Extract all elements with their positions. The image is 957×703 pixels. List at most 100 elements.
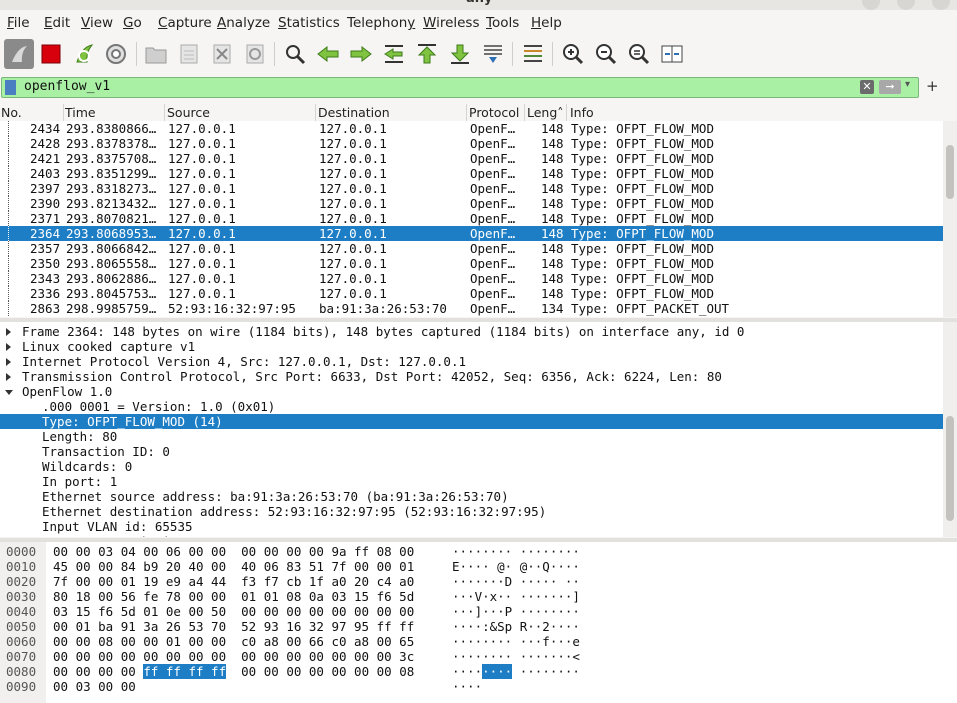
tree-item[interactable]: Internet Protocol Version 4, Src: 127.0.… xyxy=(0,354,943,369)
table-row[interactable]: 2343 293.8062886… 127.0.0.1 127.0.0.1 OpenF…… xyxy=(0,271,943,286)
tree-item[interactable]: Input VLAN priority: 0 xyxy=(0,534,943,537)
table-row[interactable]: 2434 293.8380866… 127.0.0.1 127.0.0.1 OpenF…… xyxy=(0,121,943,136)
hex-bytes[interactable]: 03 15 f6 5d 01 0e 00 50 00 00 00 00 00 0… xyxy=(53,604,414,619)
find-packet-icon[interactable] xyxy=(280,39,310,69)
tree-item[interactable]: Frame 2364: 148 bytes on wire (1184 bits… xyxy=(0,324,943,339)
tree-item[interactable]: .000 0001 = Version: 1.0 (0x01) xyxy=(0,399,943,414)
tree-item[interactable]: Length: 80 xyxy=(0,429,943,444)
collapsed-arrow-icon[interactable] xyxy=(6,358,11,366)
tree-item[interactable]: Linux cooked capture v1 xyxy=(0,339,943,354)
column-header[interactable]: Info xyxy=(570,105,594,120)
details-scrollbar[interactable] xyxy=(943,322,957,537)
table-row[interactable]: 2336 293.8045753… 127.0.0.1 127.0.0.1 OpenF…… xyxy=(0,286,943,301)
tree-item[interactable]: Transmission Control Protocol, Src Port:… xyxy=(0,369,943,384)
table-row[interactable]: 2390 293.8213432… 127.0.0.1 127.0.0.1 OpenF…… xyxy=(0,196,943,211)
menu-telephony[interactable]: Telephony xyxy=(347,15,415,31)
table-row[interactable]: 2364 293.8068953… 127.0.0.1 127.0.0.1 OpenF…… xyxy=(0,226,943,241)
hex-ascii[interactable]: ···V·x·· ·······] xyxy=(452,589,580,604)
collapsed-arrow-icon[interactable] xyxy=(6,373,11,381)
close-file-icon[interactable] xyxy=(207,39,237,69)
hex-bytes[interactable]: 7f 00 00 01 19 e9 a4 44 f3 f7 cb 1f a0 2… xyxy=(53,574,414,589)
column-header[interactable]: Protocol xyxy=(469,105,519,120)
close-window-button[interactable] xyxy=(932,0,950,10)
column-header[interactable]: Leng˄ xyxy=(527,105,564,120)
go-back-icon[interactable] xyxy=(313,39,343,69)
display-filter-input[interactable]: openflow_v1 ✕ ➞ ▾ xyxy=(1,77,919,98)
filter-text[interactable]: openflow_v1 xyxy=(24,79,110,94)
menu-edit[interactable]: Edit xyxy=(44,15,70,31)
zoom-out-icon[interactable] xyxy=(591,39,621,69)
hex-bytes[interactable]: 00 01 ba 91 3a 26 53 70 52 93 16 32 97 9… xyxy=(53,619,414,634)
tree-item[interactable]: OpenFlow 1.0 xyxy=(0,384,943,399)
go-forward-icon[interactable] xyxy=(346,39,376,69)
clear-filter-button[interactable]: ✕ xyxy=(860,80,874,94)
resize-columns-icon[interactable] xyxy=(657,39,687,69)
collapsed-arrow-icon[interactable] xyxy=(6,328,11,336)
hex-ascii[interactable]: ········ ········ xyxy=(452,544,580,559)
tree-item[interactable]: Type: OFPT_FLOW_MOD (14) xyxy=(0,414,943,429)
tree-item[interactable]: In port: 1 xyxy=(0,474,943,489)
go-to-packet-icon[interactable] xyxy=(379,39,409,69)
hex-ascii[interactable]: ········ ·······< xyxy=(452,649,580,664)
tree-item[interactable]: Ethernet source address: ba:91:3a:26:53:… xyxy=(0,489,943,504)
column-header[interactable]: Time xyxy=(65,105,96,120)
table-row[interactable]: 2421 293.8375708… 127.0.0.1 127.0.0.1 OpenF…… xyxy=(0,151,943,166)
reload-file-icon[interactable] xyxy=(240,39,270,69)
hex-bytes[interactable]: 00 03 00 00 xyxy=(53,679,136,694)
table-row[interactable]: 2357 293.8066842… 127.0.0.1 127.0.0.1 OpenF…… xyxy=(0,241,943,256)
minimize-button[interactable] xyxy=(862,0,880,10)
table-row[interactable]: 2371 293.8070821… 127.0.0.1 127.0.0.1 OpenF…… xyxy=(0,211,943,226)
hex-ascii[interactable]: ·······D ····· ·· xyxy=(452,574,580,589)
tree-item[interactable]: Transaction ID: 0 xyxy=(0,444,943,459)
table-row[interactable]: 2863 298.9985759… 52:93:16:32:97:95 ba:91:3… xyxy=(0,301,943,316)
shark-fin-start-icon[interactable] xyxy=(4,39,34,69)
bookmark-icon[interactable] xyxy=(5,80,16,95)
menu-statistics[interactable]: Statistics xyxy=(278,15,340,31)
column-header[interactable]: No. xyxy=(1,105,22,120)
open-file-icon[interactable] xyxy=(141,39,171,69)
colorize-icon[interactable] xyxy=(518,39,548,69)
capture-options-icon[interactable] xyxy=(101,39,131,69)
tree-item[interactable]: Input VLAN id: 65535 xyxy=(0,519,943,534)
menu-tools[interactable]: Tools xyxy=(486,15,519,31)
column-header[interactable]: Destination xyxy=(318,105,390,120)
table-row[interactable]: 2428 293.8378378… 127.0.0.1 127.0.0.1 OpenF…… xyxy=(0,136,943,151)
hex-ascii[interactable]: ········ ········ xyxy=(452,664,580,679)
collapsed-arrow-icon[interactable] xyxy=(6,343,11,351)
expanded-arrow-icon[interactable] xyxy=(5,390,13,395)
apply-filter-button[interactable]: ➞ xyxy=(879,80,901,94)
menu-go[interactable]: Go xyxy=(123,15,142,31)
tree-item[interactable]: Ethernet destination address: 52:93:16:3… xyxy=(0,504,943,519)
table-row[interactable]: 2403 293.8351299… 127.0.0.1 127.0.0.1 OpenF…… xyxy=(0,166,943,181)
table-row[interactable]: 2397 293.8318273… 127.0.0.1 127.0.0.1 OpenF…… xyxy=(0,181,943,196)
save-file-icon[interactable] xyxy=(174,39,204,69)
hex-ascii[interactable]: ····:&Sp R··2···· xyxy=(452,619,580,634)
hex-bytes[interactable]: 80 18 00 56 fe 78 00 00 01 01 08 0a 03 1… xyxy=(53,589,414,604)
menu-capture[interactable]: Capture xyxy=(158,15,212,31)
menu-help[interactable]: Help xyxy=(531,15,562,31)
menu-wireless[interactable]: Wireless xyxy=(423,15,480,31)
hex-ascii[interactable]: E···· @· @··Q···· xyxy=(452,559,580,574)
menu-view[interactable]: View xyxy=(81,15,113,31)
hex-ascii[interactable]: ········ ···f···e xyxy=(452,634,580,649)
hex-ascii[interactable]: ···· xyxy=(452,679,482,694)
hex-bytes[interactable]: 00 00 00 00 00 00 00 00 00 00 00 00 00 0… xyxy=(53,649,414,664)
packet-list-scrollbar[interactable] xyxy=(943,121,957,317)
hex-ascii[interactable]: ···]···P ········ xyxy=(452,604,580,619)
tree-item[interactable]: Wildcards: 0 xyxy=(0,459,943,474)
go-first-icon[interactable] xyxy=(412,39,442,69)
table-row[interactable]: 2350 293.8065558… 127.0.0.1 127.0.0.1 OpenF…… xyxy=(0,256,943,271)
zoom-in-icon[interactable] xyxy=(558,39,588,69)
stop-capture-icon[interactable] xyxy=(36,39,66,69)
hex-bytes[interactable]: 00 00 00 00 ff ff ff ff 00 00 00 00 00 0… xyxy=(53,664,414,679)
scrollbar-thumb[interactable] xyxy=(946,145,954,199)
hex-bytes[interactable]: 00 00 08 00 00 01 00 00 c0 a8 00 66 c0 a… xyxy=(53,634,414,649)
auto-scroll-icon[interactable] xyxy=(478,39,508,69)
menu-analyze[interactable]: Analyze xyxy=(217,15,270,31)
maximize-button[interactable] xyxy=(897,0,915,10)
zoom-normal-icon[interactable] xyxy=(624,39,654,69)
filter-dropdown-icon[interactable]: ▾ xyxy=(905,79,910,90)
restart-capture-icon[interactable] xyxy=(69,39,99,69)
go-last-icon[interactable] xyxy=(445,39,475,69)
column-header[interactable]: Source xyxy=(167,105,210,120)
